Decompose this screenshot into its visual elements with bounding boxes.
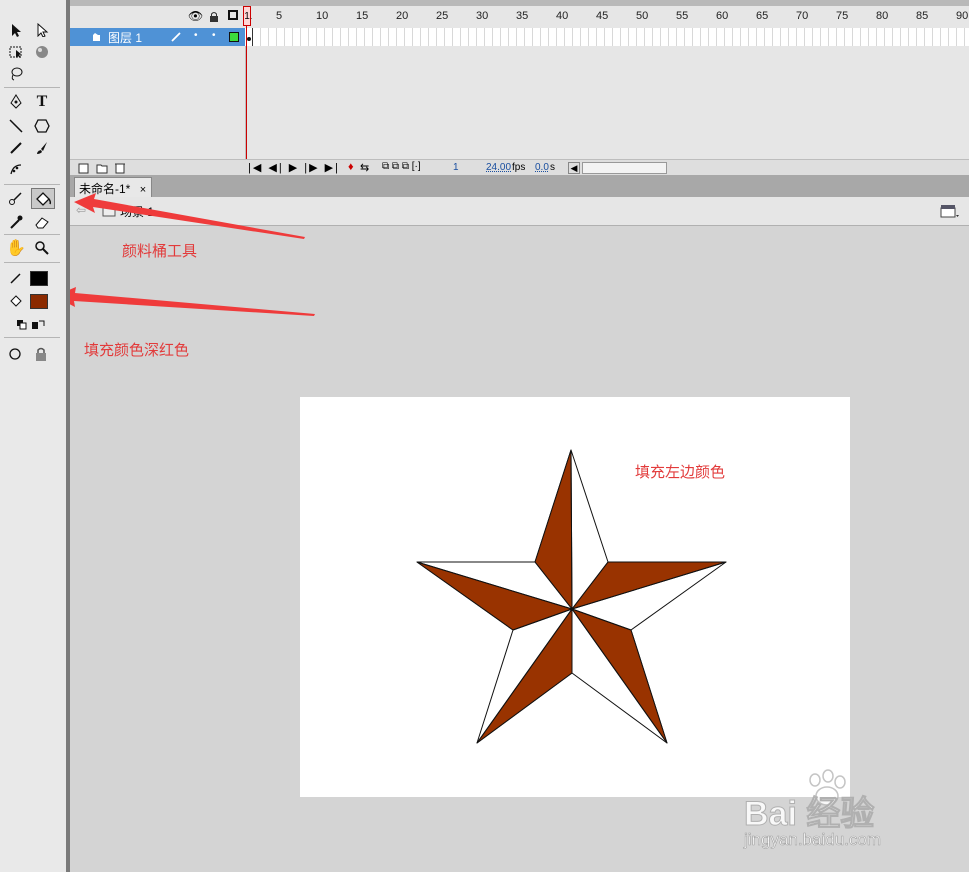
watermark-brand: Bai 经验 xyxy=(743,795,875,834)
edit-pencil-icon xyxy=(171,32,181,42)
star-shape[interactable] xyxy=(300,397,850,797)
frame-number: 10 xyxy=(316,10,329,22)
eraser-tool-icon[interactable] xyxy=(32,212,52,232)
center-frame-icon[interactable]: ♦ xyxy=(348,161,354,173)
deco-tool-icon[interactable] xyxy=(6,160,26,180)
free-transform-tool-icon[interactable] xyxy=(6,42,26,62)
elapsed-time[interactable]: 0.0 xyxy=(535,162,549,173)
hand-tool-icon[interactable]: ✋ xyxy=(6,238,26,258)
show-hide-icon[interactable]: 👁 xyxy=(188,9,203,23)
frame-number: 85 xyxy=(916,10,929,22)
eyedropper-tool-icon[interactable] xyxy=(6,212,26,232)
lock-dot[interactable]: • xyxy=(212,30,216,41)
frame-number: 55 xyxy=(676,10,689,22)
stroke-color-swatch[interactable] xyxy=(30,271,48,286)
brush-tool-icon[interactable] xyxy=(32,138,52,158)
timeline-header: 👁 151015202530354045505560657075808590 xyxy=(70,6,969,29)
3d-rotation-tool-icon[interactable] xyxy=(32,42,52,62)
bone-tool-icon[interactable] xyxy=(6,188,26,208)
pen-tool-icon[interactable] xyxy=(6,92,26,112)
stage-canvas[interactable] xyxy=(300,397,850,797)
playback-controls[interactable]: |◀ ◀| ▶ |▶ ▶| xyxy=(248,161,340,174)
frame-number: 45 xyxy=(596,10,609,22)
text-tool-icon[interactable]: T xyxy=(32,92,52,112)
frame-number: 35 xyxy=(516,10,529,22)
frame-number: 30 xyxy=(476,10,489,22)
scroll-left-button[interactable]: ◀ xyxy=(568,162,580,174)
layer-row[interactable]: 图层 1 • • xyxy=(70,28,245,46)
line-tool-icon[interactable] xyxy=(6,116,26,136)
selection-tool-icon[interactable] xyxy=(6,20,26,40)
stroke-color-icon xyxy=(6,268,26,288)
playhead[interactable]: 1 xyxy=(243,6,251,26)
new-layer-icon[interactable] xyxy=(78,162,90,174)
zoom-tool-icon[interactable] xyxy=(32,238,52,258)
annotation-fill-color: 填充颜色深红色 xyxy=(84,342,190,359)
layer-outline-color[interactable] xyxy=(229,32,239,42)
fill-color-icon xyxy=(6,291,26,311)
layer-list-area xyxy=(70,46,246,159)
fill-color-swatch[interactable] xyxy=(30,294,48,309)
edit-scene-icon[interactable] xyxy=(940,203,960,219)
lock-icon[interactable] xyxy=(209,11,219,23)
watermark-url: jingyan.baidu.com xyxy=(744,830,882,850)
fps-unit: fps xyxy=(512,162,526,173)
frame-number: 25 xyxy=(436,10,449,22)
swap-colors-icon[interactable] xyxy=(28,315,48,335)
frame-number: 70 xyxy=(796,10,809,22)
frame-number: 80 xyxy=(876,10,889,22)
baidu-jingyan-watermark: Bai 经验 jingyan.baidu.com xyxy=(743,768,944,858)
object-drawing-icon[interactable] xyxy=(6,344,26,364)
annotation-paint-bucket: 颜料桶工具 xyxy=(122,243,198,260)
delete-layer-icon[interactable] xyxy=(114,161,126,174)
frame-number: 15 xyxy=(356,10,369,22)
frame-number: 60 xyxy=(716,10,729,22)
timeline-scrollbar-thumb[interactable] xyxy=(582,162,667,174)
frame-cells[interactable] xyxy=(245,28,969,46)
visibility-dot[interactable]: • xyxy=(194,30,198,41)
polystar-tool-icon[interactable] xyxy=(32,116,52,136)
layer-icon xyxy=(93,33,100,41)
loop-icon[interactable]: ⇆ xyxy=(360,161,369,174)
annotation-fill-left: 填充左边颜色 xyxy=(635,464,726,481)
onion-skin-icons[interactable]: ⧉ ⧉ ⧉ [·] xyxy=(382,161,421,172)
lasso-tool-icon[interactable] xyxy=(6,64,26,84)
frame-number: 75 xyxy=(836,10,849,22)
tools-panel: T ✋ xyxy=(0,0,67,872)
pencil-tool-icon[interactable] xyxy=(6,138,26,158)
current-frame-display[interactable]: 1 xyxy=(453,162,459,173)
layer-name[interactable]: 图层 1 xyxy=(108,29,142,46)
arrow-to-paint-bucket xyxy=(74,193,305,239)
fps-value[interactable]: 24.00 xyxy=(486,162,511,173)
frame-number: 20 xyxy=(396,10,409,22)
paint-bucket-tool-icon[interactable] xyxy=(31,188,55,209)
timeline-footer: |◀ ◀| ▶ |▶ ▶| ♦ ⇆ ⧉ ⧉ ⧉ [·] 1 24.00 fps … xyxy=(70,159,969,176)
frame-number: 90 xyxy=(956,10,969,22)
frame-number: 50 xyxy=(636,10,649,22)
annotation-arrows xyxy=(70,193,315,316)
playhead-line[interactable] xyxy=(246,6,247,160)
outline-icon[interactable] xyxy=(228,10,238,20)
time-unit: s xyxy=(550,162,555,173)
frame-number: 40 xyxy=(556,10,569,22)
snap-lock-icon[interactable] xyxy=(32,344,52,364)
keyframe-dot xyxy=(247,37,251,41)
frame-number: 65 xyxy=(756,10,769,22)
subselection-tool-icon[interactable] xyxy=(32,20,52,40)
frame-number: 5 xyxy=(276,10,283,22)
new-folder-icon[interactable] xyxy=(96,162,108,174)
arrow-to-fill-color xyxy=(70,287,315,316)
